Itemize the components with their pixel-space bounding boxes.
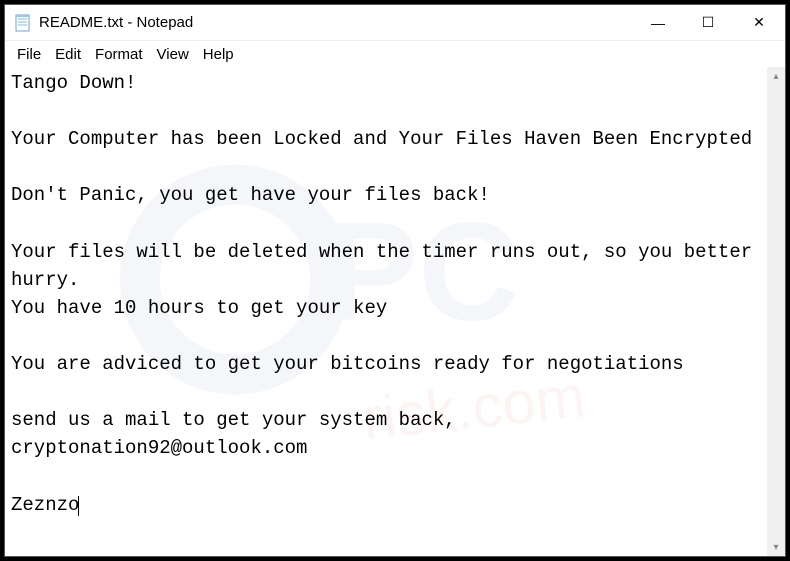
menu-bar: File Edit Format View Help xyxy=(5,41,785,67)
text-cursor xyxy=(78,496,79,516)
maximize-button[interactable]: ☐ xyxy=(683,5,733,40)
text-editor[interactable]: Tango Down! Your Computer has been Locke… xyxy=(5,67,767,556)
editor-wrapper: PC risk.com Tango Down! Your Computer ha… xyxy=(5,67,785,556)
window-controls: — ☐ ✕ xyxy=(633,5,785,40)
document-text: Tango Down! Your Computer has been Locke… xyxy=(11,72,764,516)
menu-file[interactable]: File xyxy=(11,44,47,65)
notepad-window: README.txt - Notepad — ☐ ✕ File Edit For… xyxy=(4,4,786,557)
scroll-track[interactable] xyxy=(767,85,785,538)
close-button[interactable]: ✕ xyxy=(733,5,785,40)
scroll-up-arrow[interactable]: ▴ xyxy=(767,67,785,85)
scroll-down-arrow[interactable]: ▾ xyxy=(767,538,785,556)
menu-help[interactable]: Help xyxy=(197,44,240,65)
window-title: README.txt - Notepad xyxy=(39,14,633,31)
menu-format[interactable]: Format xyxy=(89,44,149,65)
menu-edit[interactable]: Edit xyxy=(49,44,87,65)
vertical-scrollbar[interactable]: ▴ ▾ xyxy=(767,67,785,556)
menu-view[interactable]: View xyxy=(151,44,195,65)
minimize-button[interactable]: — xyxy=(633,5,683,40)
notepad-icon xyxy=(13,13,33,33)
title-bar: README.txt - Notepad — ☐ ✕ xyxy=(5,5,785,41)
